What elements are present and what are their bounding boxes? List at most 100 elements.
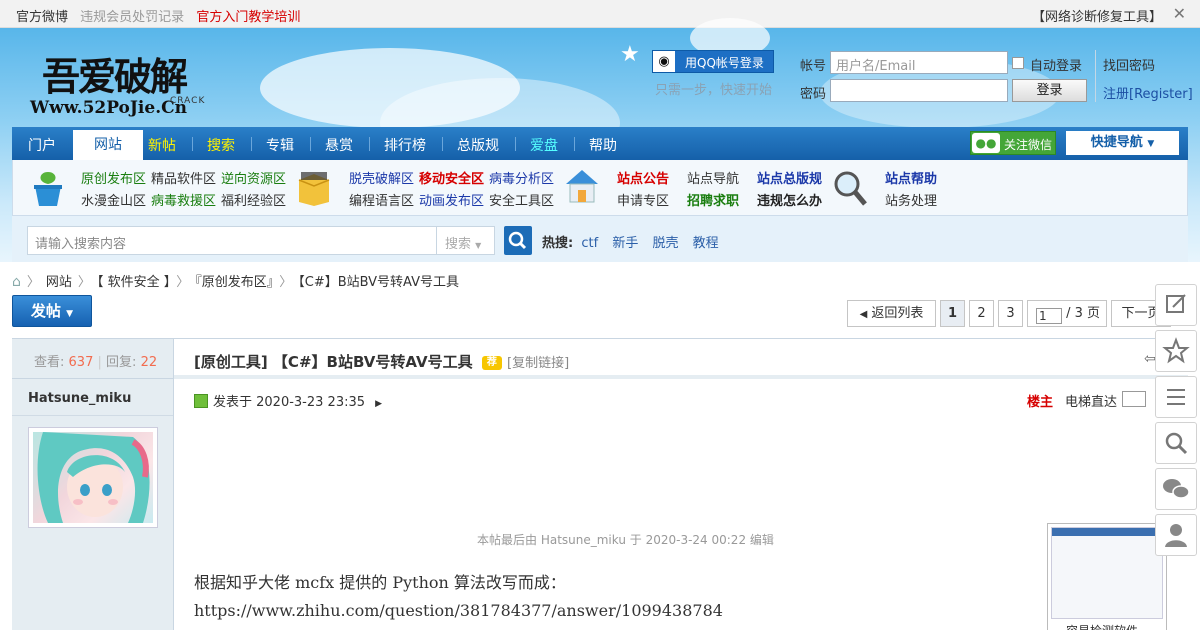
nav-divider — [574, 137, 575, 151]
search-icon — [508, 231, 527, 250]
nav-item-new[interactable]: 新帖 — [148, 135, 176, 155]
subnav-link[interactable]: 站点公告 — [617, 168, 669, 187]
subnav-link[interactable]: 福利经验区 — [221, 190, 286, 209]
account-input[interactable]: 用户名/Email — [830, 51, 1008, 74]
edited-note: 本帖最后由 Hatsune_miku 于 2020-3-24 00:22 编辑 — [477, 533, 774, 547]
post-content-link[interactable]: https://www.zhihu.com/question/381784377… — [194, 597, 723, 625]
auto-login-label: 自动登录 — [1030, 59, 1083, 74]
password-input[interactable] — [830, 79, 1008, 102]
author-name[interactable]: Hatsune_miku — [28, 391, 131, 406]
top-link-weibo[interactable]: 官方微博 — [16, 10, 68, 25]
subnav-link[interactable]: 招聘求职 — [687, 190, 739, 209]
star-icon — [1162, 337, 1190, 364]
new-post-button[interactable]: 发帖 ▼ — [12, 295, 92, 327]
subnav-link[interactable]: 申请专区 — [617, 190, 669, 209]
nav-item-rules[interactable]: 总版规 — [457, 135, 499, 155]
magnifier-icon — [834, 171, 867, 206]
close-icon[interactable]: ✕ — [1173, 4, 1186, 23]
ad-caption: 容易检测软件 — [1066, 622, 1138, 630]
top-link-training[interactable]: 官方入门教学培训 — [196, 10, 300, 25]
quick-nav-button[interactable]: 快捷导航 ▼ — [1066, 131, 1179, 155]
hot-search-link[interactable]: 教程 — [693, 236, 719, 251]
subnav-link[interactable]: 病毒救援区 — [151, 190, 216, 209]
breadcrumb-item[interactable]: 【C#】B站BV号转AV号工具 — [298, 275, 459, 290]
subnav-link[interactable]: 违规怎么办 — [757, 190, 822, 209]
page-1[interactable]: 1 — [940, 300, 965, 327]
search-row: 请输入搜索内容 搜索 ▼ 热搜: ctf 新手 脱壳 教程 — [12, 216, 1188, 262]
search-input[interactable]: 请输入搜索内容 — [27, 226, 437, 255]
ad-thumbnail[interactable]: 容易检测软件 — [1047, 523, 1167, 630]
site-logo[interactable]: 吾爱破解 Www.52PoJie.Cn CRACK — [30, 46, 220, 126]
float-user-button[interactable] — [1155, 514, 1197, 556]
wechat-icon: ●● — [972, 133, 1000, 153]
subnav-link[interactable]: 移动安全区 — [419, 168, 484, 187]
wechat-icon — [1163, 479, 1190, 499]
hot-search-link[interactable]: 新手 — [612, 236, 638, 251]
page-2[interactable]: 2 — [969, 300, 994, 327]
back-to-list-button[interactable]: ◀ 返回列表 — [847, 300, 936, 327]
hot-search-link[interactable]: ctf — [581, 236, 598, 251]
page-3[interactable]: 3 — [998, 300, 1023, 327]
float-edit-button[interactable] — [1155, 284, 1197, 326]
online-status-icon — [194, 394, 208, 408]
find-password-link[interactable]: 找回密码 — [1103, 55, 1155, 74]
subnav-link[interactable]: 精品软件区 — [151, 168, 216, 187]
logo-url: Www.52PoJie.Cn — [30, 98, 188, 118]
search-button[interactable] — [504, 226, 532, 255]
avatar-image — [37, 432, 150, 523]
subnav-link[interactable]: 站务处理 — [885, 190, 937, 209]
wechat-follow-button[interactable]: ●● 关注微信 — [970, 131, 1056, 155]
back-arrow-icon[interactable]: ⇦ — [1144, 351, 1156, 367]
qq-login-button[interactable]: ◉ 用QQ帐号登录 — [652, 50, 774, 73]
nav-item-ranking[interactable]: 排行榜 — [384, 135, 426, 155]
elevator-input[interactable] — [1122, 391, 1146, 407]
breadcrumb-item[interactable]: 【 软件安全 】 — [97, 275, 170, 290]
page-jump-input[interactable]: 1 — [1036, 308, 1062, 324]
nav-divider — [310, 137, 311, 151]
nav-item-album[interactable]: 专辑 — [266, 135, 294, 155]
login-button[interactable]: 登录 — [1012, 79, 1087, 102]
caret-right-icon[interactable]: ▶ — [375, 399, 382, 409]
nav-item-portal[interactable]: 门户 — [28, 135, 56, 155]
subnav-link[interactable]: 动画发布区 — [419, 190, 484, 209]
subnav-link[interactable]: 站点帮助 — [885, 168, 937, 187]
subnav-link[interactable]: 编程语言区 — [349, 190, 414, 209]
new-post-label: 发帖 — [30, 302, 61, 320]
ad-image — [1051, 527, 1163, 619]
sub-nav: 原创发布区 精品软件区 逆向资源区 水漫金山区 病毒救援区 福利经验区 脱壳破解… — [12, 160, 1188, 216]
subnav-link[interactable]: 安全工具区 — [489, 190, 554, 209]
top-link-penalty[interactable]: 违规会员处罚记录 — [80, 10, 184, 25]
network-repair-link[interactable]: 【网络诊断修复工具】 — [1032, 6, 1162, 25]
home-icon[interactable]: ⌂ — [12, 274, 21, 290]
nav-item-reward[interactable]: 悬赏 — [325, 135, 353, 155]
float-menu-button[interactable] — [1155, 376, 1197, 418]
elevator-label: 电梯直达 — [1065, 395, 1118, 410]
subnav-link[interactable]: 站点导航 — [687, 168, 739, 187]
float-favorite-button[interactable] — [1155, 330, 1197, 372]
subnav-link[interactable]: 站点总版规 — [757, 168, 822, 187]
nav-item-search[interactable]: 搜索 — [207, 135, 235, 155]
breadcrumb-item[interactable]: 『原创发布区』 — [195, 275, 273, 290]
post-content-line: 根据知乎大佬 mcfx 提供的 Python 算法改写而成： — [194, 573, 566, 592]
divider — [12, 415, 173, 416]
subnav-link[interactable]: 水漫金山区 — [81, 190, 146, 209]
subnav-link[interactable]: 原创发布区 — [81, 168, 146, 187]
auto-login-checkbox[interactable] — [1012, 57, 1024, 69]
register-link[interactable]: 注册[Register] — [1103, 83, 1193, 102]
subnav-link[interactable]: 逆向资源区 — [221, 168, 286, 187]
avatar[interactable] — [28, 427, 158, 528]
account-label: 帐号 — [800, 59, 827, 74]
breadcrumb-item[interactable]: 网站 — [46, 275, 72, 290]
float-search-button[interactable] — [1155, 422, 1197, 464]
page-jump: 1 / 3 页 — [1027, 300, 1107, 327]
subnav-link[interactable]: 脱壳破解区 — [349, 168, 414, 187]
subnav-link[interactable]: 病毒分析区 — [489, 168, 554, 187]
divider — [1095, 50, 1096, 102]
nav-item-site[interactable]: 网站 — [73, 130, 143, 160]
float-wechat-button[interactable] — [1155, 468, 1197, 510]
search-type-select[interactable]: 搜索 ▼ — [436, 226, 495, 255]
nav-item-help[interactable]: 帮助 — [589, 135, 617, 155]
hot-search-link[interactable]: 脱壳 — [652, 236, 678, 251]
nav-item-aipan[interactable]: 爱盘 — [530, 135, 558, 155]
copy-link[interactable]: [复制链接] — [507, 356, 569, 371]
